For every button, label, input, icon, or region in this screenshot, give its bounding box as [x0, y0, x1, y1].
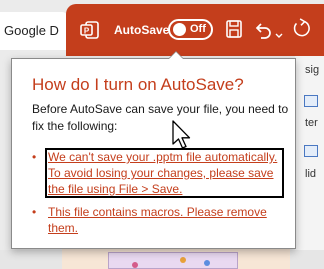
browser-tab[interactable]: Google D [0, 12, 68, 50]
ribbon-label-designer[interactable]: ter [305, 117, 318, 129]
toggle-knob [173, 23, 186, 36]
mouse-cursor-icon [172, 120, 191, 149]
toggle-state-label: Off [190, 23, 206, 35]
format-icon[interactable] [304, 145, 318, 157]
browser-tab-title: Google D [4, 23, 59, 38]
popup-arrow-fill [169, 52, 183, 59]
issue-item: • We can't save your .pptm file automati… [32, 148, 284, 198]
autosave-label: AutoSave [114, 23, 170, 37]
ribbon-label-slide[interactable]: lid [305, 168, 316, 180]
slide-content-image [108, 252, 238, 269]
decoration-dot [204, 260, 210, 266]
autosave-toggle[interactable]: Off [168, 19, 213, 40]
bullet: • [32, 205, 37, 219]
popup-title: How do I turn on AutoSave? [32, 75, 244, 94]
svg-text:P: P [84, 27, 90, 36]
redo-icon[interactable] [291, 18, 311, 38]
issue-link-save-pptm[interactable]: We can't save your .pptm file automatica… [48, 149, 277, 197]
chevron-down-icon[interactable] [275, 26, 283, 46]
popup-description: Before AutoSave can save your file, you … [32, 102, 289, 133]
app-icon[interactable]: P [80, 20, 100, 40]
decoration-dot [132, 262, 138, 268]
bullet: • [32, 150, 37, 164]
undo-icon[interactable] [254, 20, 272, 40]
ribbon-label-design[interactable]: sig [305, 64, 319, 76]
layout-icon[interactable] [304, 95, 318, 107]
ribbon-side-panel [295, 56, 324, 269]
issue-link-remove-macros[interactable]: This file contains macros. Please remove… [48, 204, 267, 236]
issue-item: • This file contains macros. Please remo… [32, 204, 282, 236]
save-icon[interactable] [225, 19, 243, 39]
decoration-dot [180, 257, 186, 263]
autosave-help-popup: How do I turn on AutoSave? Before AutoSa… [11, 58, 296, 249]
